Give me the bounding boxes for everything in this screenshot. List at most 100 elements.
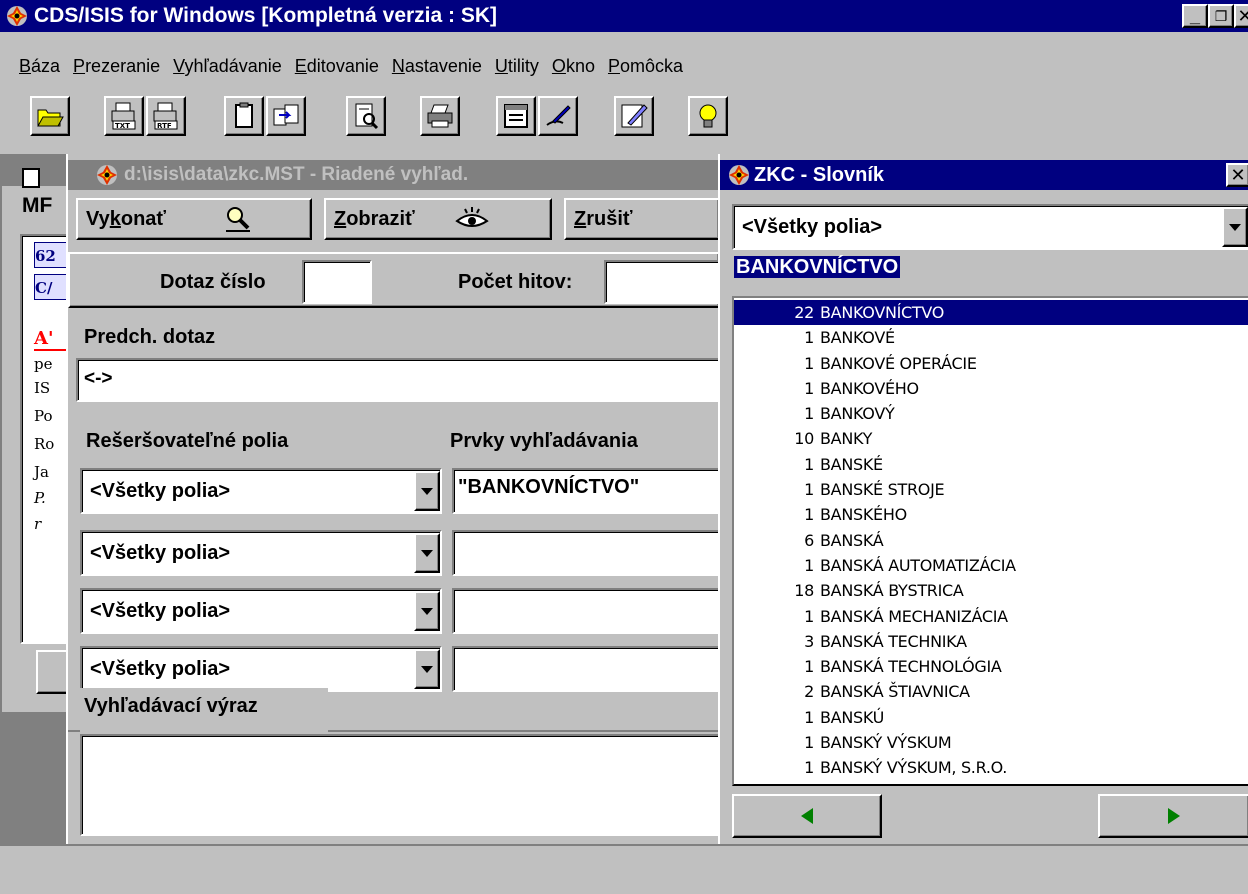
execute-button[interactable]: Vykonať <box>76 198 312 240</box>
dictionary-window-titlebar[interactable]: ZKC - Slovník ✕ <box>720 160 1248 190</box>
dictionary-entry-term: BANKOVNÍCTVO <box>820 303 945 322</box>
dictionary-entry[interactable]: 22 BANKOVNÍCTVO <box>734 300 1248 326</box>
dropdown-button[interactable] <box>414 591 440 631</box>
clipboard-button[interactable] <box>224 96 264 136</box>
minimize-button[interactable]: _ <box>1182 4 1208 28</box>
restore-button[interactable]: ❐ <box>1208 4 1234 28</box>
chevron-down-icon <box>421 487 433 495</box>
search-term-4[interactable] <box>452 646 720 692</box>
dictionary-entry[interactable]: 1 BANKOVÉ OPERÁCIE <box>734 351 1248 376</box>
dictionary-entry[interactable]: 1 BANSKÁ TECHNOLÓGIA <box>734 654 1248 679</box>
dictionary-entry[interactable]: 1 BANSKÚ <box>734 705 1248 730</box>
notepad-button[interactable] <box>614 96 654 136</box>
search-window[interactable]: d:\isis\data\zkc.MST - Riadené vyhľad. V… <box>66 154 720 844</box>
search-term-1[interactable]: "BANKOVNÍCTVO" <box>452 468 720 514</box>
search-window-titlebar[interactable]: d:\isis\data\zkc.MST - Riadené vyhľad. <box>68 160 720 190</box>
isis-logo-icon <box>7 6 27 26</box>
dictionary-entry[interactable]: 1 BANSKÁ MECHANIZÁCIA <box>734 604 1248 629</box>
dictionary-entry[interactable]: 1 BANKOVÉ <box>734 325 1248 350</box>
dictionary-entry[interactable]: 1 BANKOVÝ <box>734 401 1248 426</box>
hits-field[interactable] <box>604 260 720 304</box>
dictionary-term-input[interactable]: BANKOVNÍCTVO <box>734 256 1248 290</box>
menu-utility[interactable]: Utility <box>490 56 544 82</box>
dictionary-entry-count: 1 <box>804 758 814 778</box>
dictionary-entry-count: 1 <box>804 733 814 753</box>
field-select-1[interactable]: <Všetky polia> <box>80 468 442 514</box>
toolbar: TXT RTF <box>0 96 1248 146</box>
dictionary-close-button[interactable]: ✕ <box>1226 163 1248 187</box>
dictionary-next-button[interactable] <box>1098 794 1248 838</box>
open-database-button[interactable] <box>30 96 70 136</box>
dictionary-entry[interactable]: 1 BANKOVÉHO <box>734 376 1248 401</box>
search-term-3[interactable] <box>452 588 720 634</box>
cancel-button[interactable]: Zrušiť <box>564 198 720 240</box>
expression-field[interactable] <box>80 734 720 836</box>
dictionary-entry-count: 1 <box>804 480 814 500</box>
dictionary-entry-term: BANKY <box>820 429 873 449</box>
dictionary-entry[interactable]: 10 BANKY <box>734 426 1248 451</box>
field-select-4[interactable]: <Všetky polia> <box>80 646 442 692</box>
dictionary-entry-term: BANSKÝ VÝSKUM <box>820 733 952 753</box>
query-number-field[interactable] <box>302 260 372 304</box>
dictionary-entry-term: BANKOVÝ <box>820 404 895 424</box>
dropdown-button[interactable] <box>414 533 440 573</box>
dictionary-entry[interactable]: 1 BANSKÁ AUTOMATIZÁCIA <box>734 553 1248 578</box>
dictionary-list[interactable]: 22 BANKOVNÍCTVO 1 BANKOVÉ 1 BANKOVÉ OPERÁCIE 1… <box>732 296 1248 786</box>
menu-editovanie[interactable]: Editovanie <box>290 56 384 82</box>
svg-text:RTF: RTF <box>157 122 172 130</box>
dictionary-entry-count: 1 <box>804 353 814 373</box>
dictionary-entry-term: BANSKÁ MECHANIZÁCIA <box>820 606 1008 626</box>
dropdown-button[interactable] <box>1222 207 1248 247</box>
dictionary-entry[interactable]: 3 BANSKÁ TECHNIKA <box>734 629 1248 654</box>
dictionary-entry[interactable]: 1 BANSKÉ STROJE <box>734 477 1248 502</box>
dropdown-button[interactable] <box>414 649 440 689</box>
print-rtf-button[interactable]: RTF <box>146 96 186 136</box>
menu-prezeranie[interactable]: Prezeranie <box>68 56 165 82</box>
app-title: CDS/ISIS for Windows [Kompletná verzia :… <box>34 4 498 27</box>
prev-query-field[interactable]: <-> <box>76 358 720 402</box>
show-button-label: Zobraziť <box>334 207 415 230</box>
search-term-2[interactable] <box>452 530 720 576</box>
dictionary-entry[interactable]: 1 BANSKÉ <box>734 452 1248 477</box>
dictionary-entry[interactable]: 6 BANSKÁ <box>734 528 1248 553</box>
show-button[interactable]: Zobraziť <box>324 198 552 240</box>
dictionary-entry-count: 1 <box>804 505 814 525</box>
clipboard-icon <box>235 102 253 128</box>
dropdown-button[interactable] <box>414 471 440 511</box>
menu-pomocka[interactable]: Pomôcka <box>603 56 688 82</box>
menu-nastavenie[interactable]: Nastavenie <box>387 56 487 82</box>
copy-record-button[interactable] <box>266 96 306 136</box>
dictionary-prev-button[interactable] <box>732 794 882 838</box>
field-select-3[interactable]: <Všetky polia> <box>80 588 442 634</box>
cancel-button-label: Zrušiť <box>574 207 633 230</box>
menu-baza[interactable]: Báza <box>14 56 65 82</box>
eye-icon <box>455 207 489 227</box>
menu-vyhladavanie[interactable]: Vyhľadávanie <box>168 56 287 82</box>
copy-record-icon <box>273 104 299 126</box>
dictionary-field-select[interactable]: <Všetky polia> <box>732 204 1248 250</box>
print-txt-button[interactable]: TXT <box>104 96 144 136</box>
print-preview-button[interactable] <box>346 96 386 136</box>
dictionary-entry-count: 3 <box>804 631 814 651</box>
close-button[interactable]: ✕ <box>1234 4 1248 28</box>
dictionary-window[interactable]: ZKC - Slovník ✕ <Všetky polia> BANKOVNÍC… <box>718 154 1248 844</box>
dictionary-entry[interactable]: 1 BANSKÉHO <box>734 502 1248 527</box>
help-button[interactable] <box>688 96 728 136</box>
edit-button[interactable] <box>538 96 578 136</box>
dictionary-entry[interactable]: 18 BANSKÁ BYSTRICA <box>734 578 1248 603</box>
prev-query-label: Predch. dotaz <box>84 326 216 348</box>
dictionary-entry-term: BANSKÚ <box>820 707 885 727</box>
print-button[interactable] <box>420 96 460 136</box>
lightbulb-icon <box>699 104 717 128</box>
form-button[interactable] <box>496 96 536 136</box>
field-select-2[interactable]: <Všetky polia> <box>80 530 442 576</box>
field-select-value: <Všetky polia> <box>90 599 231 622</box>
dictionary-entry-count: 1 <box>804 555 814 575</box>
dictionary-entry[interactable]: 2 BANSKÁ ŠTIAVNICA <box>734 679 1248 704</box>
menu-okno[interactable]: Okno <box>547 56 600 82</box>
app-title-bar[interactable]: CDS/ISIS for Windows [Kompletná verzia :… <box>0 0 1248 32</box>
close-icon: ✕ <box>1230 165 1246 185</box>
dictionary-entry-count: 1 <box>804 378 814 398</box>
dictionary-entry[interactable]: 1 BANSKÝ VÝSKUM, S.R.O. <box>734 755 1248 780</box>
dictionary-entry[interactable]: 1 BANSKÝ VÝSKUM <box>734 730 1248 755</box>
